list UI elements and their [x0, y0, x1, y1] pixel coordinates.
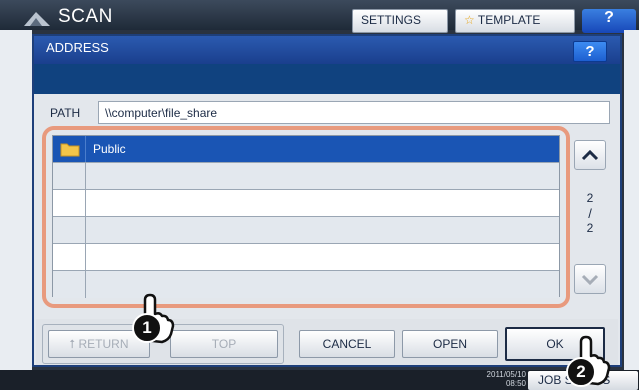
scan-icon — [24, 12, 50, 26]
open-button[interactable]: OPEN — [402, 330, 498, 358]
highlight-frame — [42, 126, 570, 308]
step-2-badge: 2 — [566, 357, 596, 387]
dialog-help-button[interactable]: ? — [573, 41, 607, 62]
dialog-subheader — [34, 64, 620, 94]
page-indicator: 2 / 2 — [574, 191, 606, 236]
star-icon: ☆ — [464, 13, 475, 27]
scroll-up-button[interactable] — [574, 140, 606, 170]
cancel-button[interactable]: CANCEL — [299, 330, 395, 358]
chevron-up-icon — [581, 149, 599, 161]
path-field: \\computer\file_share — [98, 101, 610, 124]
dialog-header: ADDRESS ? — [34, 36, 620, 64]
right-panel — [624, 30, 639, 370]
template-label: TEMPLATE — [477, 13, 541, 27]
chevron-down-icon — [581, 274, 599, 286]
page-total: 2 — [586, 221, 594, 235]
top-label: TOP — [211, 337, 237, 351]
cancel-label: CANCEL — [322, 337, 372, 351]
step-1-badge: 1 — [132, 313, 162, 343]
return-label: RETURN — [78, 337, 129, 351]
settings-label: SETTINGS — [361, 13, 422, 27]
address-dialog: ADDRESS ? PATH \\computer\file_share Pub… — [32, 34, 622, 367]
clock-date: 2011/05/10 — [486, 370, 526, 379]
scroll-down-button[interactable] — [574, 264, 606, 294]
page-slash: / — [588, 206, 592, 221]
clock: 2011/05/10 08:50 — [476, 370, 526, 388]
open-label: OPEN — [432, 337, 467, 351]
clock-time: 08:50 — [505, 379, 526, 388]
dialog-title: ADDRESS — [46, 40, 109, 55]
left-panel — [0, 30, 32, 370]
return-arrow-icon: ⭡ — [69, 337, 76, 351]
path-label: PATH — [50, 106, 81, 120]
settings-button[interactable]: SETTINGS — [352, 9, 448, 33]
template-button[interactable]: ☆ TEMPLATE — [455, 9, 575, 33]
page-current: 2 — [586, 191, 594, 205]
top-button[interactable]: TOP — [170, 330, 278, 358]
app-title: SCAN — [58, 6, 113, 27]
